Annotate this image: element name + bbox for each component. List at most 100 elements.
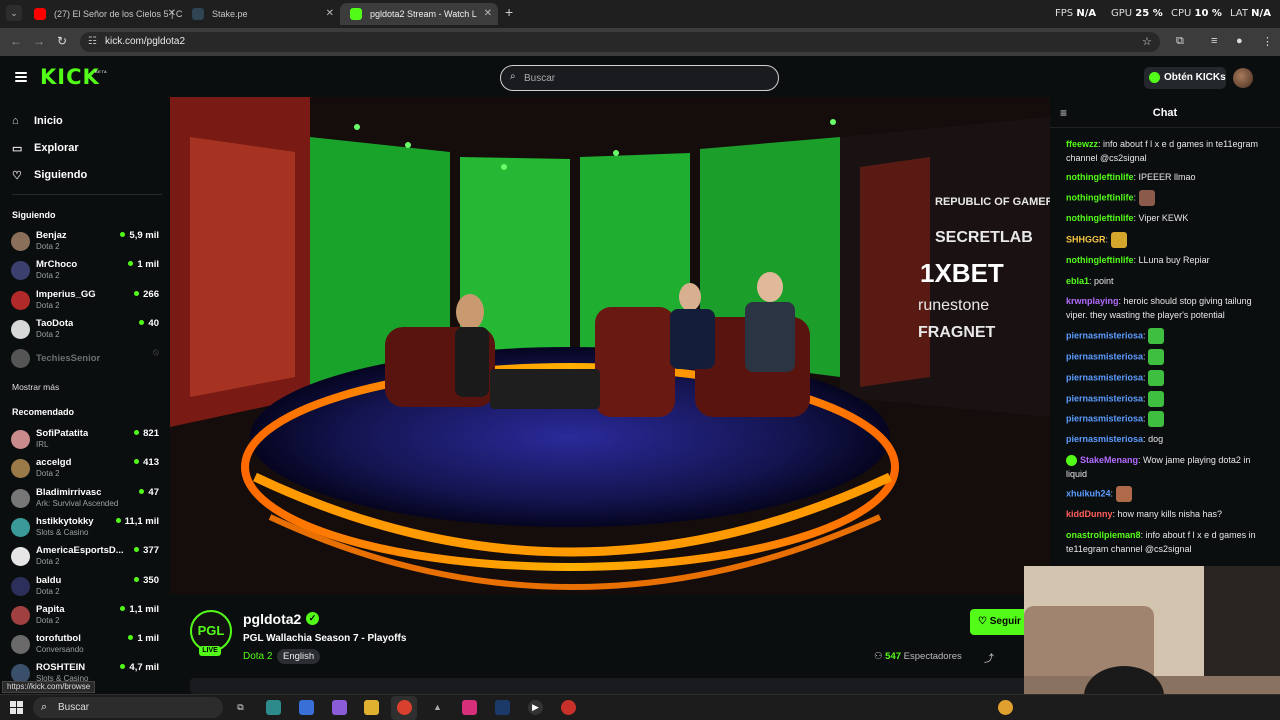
copilot-icon[interactable] xyxy=(332,700,347,715)
sidebar-channel[interactable]: MrChoco Dota 2 1 mil xyxy=(11,257,161,283)
sidebar-channel[interactable]: Papita Dota 2 1,1 mil xyxy=(11,602,161,628)
sidebar-channel[interactable]: hstikkytokky Slots & Casino 11,1 mil xyxy=(11,514,161,540)
browser-tab-active[interactable]: pgldota2 Stream - Watch L ✕ xyxy=(340,3,498,25)
search-placeholder: Buscar xyxy=(524,73,556,84)
chat-username[interactable]: krwnplaying xyxy=(1066,296,1119,306)
close-tab-icon[interactable]: ✕ xyxy=(168,3,176,25)
kicks-coin-icon xyxy=(1149,72,1160,83)
chat-username[interactable]: ffeewzz xyxy=(1066,139,1098,149)
sidebar-channel[interactable]: AmericaEsportsD... Dota 2 377 xyxy=(11,543,161,569)
chat-username[interactable]: piernasmisteriosa xyxy=(1066,434,1143,444)
tab-list-button[interactable]: ⌄ xyxy=(6,5,22,21)
app-icon[interactable] xyxy=(561,700,576,715)
menu-icon[interactable] xyxy=(15,72,27,82)
offline-icon: ⦸ xyxy=(152,347,159,358)
stream-category-link[interactable]: Dota 2 xyxy=(243,651,272,662)
reload-icon[interactable]: ↻ xyxy=(57,34,67,48)
sidebar-channel[interactable]: Bladimirrivasc Ark: Survival Ascended 47 xyxy=(11,485,161,511)
app-icon[interactable]: ▲ xyxy=(430,700,445,715)
store-icon[interactable] xyxy=(299,700,314,715)
avatar xyxy=(11,488,30,508)
chat-username[interactable]: piernasmisteriosa xyxy=(1066,330,1143,340)
avatar xyxy=(11,232,30,251)
sidebar-channel[interactable]: Imperius_GG Dota 2 266 xyxy=(11,287,161,313)
chat-message: piernasmisteriosa: xyxy=(1066,370,1271,386)
forward-icon[interactable]: → xyxy=(33,34,45,48)
chat-username[interactable]: nothingleftinlife xyxy=(1066,213,1134,223)
extensions-icon[interactable]: ⧉ xyxy=(1176,35,1184,48)
chat-text: how many kills nisha has? xyxy=(1117,509,1223,519)
live-dot-icon xyxy=(120,664,126,670)
browser-tab[interactable]: Stake.pe ✕ xyxy=(182,3,340,25)
chat-username[interactable]: nothingleftinlife xyxy=(1066,172,1134,182)
sidebar-channel[interactable]: accelgd Dota 2 413 xyxy=(11,455,161,481)
media-control-icon[interactable]: ≡ xyxy=(1211,35,1217,47)
channel-name: Bladimirrivasc xyxy=(36,486,102,498)
avatar xyxy=(11,349,30,368)
chat-username[interactable]: nothingleftinlife xyxy=(1066,255,1134,265)
viewer-count: 11,1 mil xyxy=(115,516,159,527)
user-avatar[interactable] xyxy=(1233,68,1253,88)
close-tab-icon[interactable]: ✕ xyxy=(326,3,334,25)
follow-button[interactable]: ♡ Seguir xyxy=(970,609,1030,635)
channel-name[interactable]: pgldota2 xyxy=(243,611,301,627)
chat-username[interactable]: nothingleftinlife xyxy=(1066,192,1134,202)
offline-channel[interactable]: TechiesSenior ⦸ xyxy=(11,345,161,371)
chrome-icon[interactable] xyxy=(397,700,412,715)
site-info-icon[interactable]: ☷ xyxy=(88,36,97,47)
browser-tab[interactable]: (27) El Señor de los Cielos 5 | C ✕ xyxy=(24,3,182,25)
taskbar-search[interactable]: ⌕ Buscar xyxy=(33,697,223,718)
bookmark-star-icon[interactable]: ☆ xyxy=(1142,35,1152,48)
steam-icon[interactable] xyxy=(495,700,510,715)
close-tab-icon[interactable]: ✕ xyxy=(484,3,492,25)
chat-username[interactable]: onastrollpieman8 xyxy=(1066,530,1141,540)
more-menu-icon[interactable]: ⋮ xyxy=(1262,35,1273,48)
avatar xyxy=(11,290,30,310)
chat-username[interactable]: xhuikuh24 xyxy=(1066,488,1111,498)
language-tag[interactable]: English xyxy=(277,649,321,664)
chat-username[interactable]: piernasmisteriosa xyxy=(1066,413,1143,423)
search-icon: ⌕ xyxy=(510,71,516,82)
sidebar-channel[interactable]: Benjaz Dota 2 5,9 mil xyxy=(11,228,161,254)
get-kicks-button[interactable]: Obtén KICKs xyxy=(1144,67,1226,89)
profile-icon[interactable]: ● xyxy=(1236,35,1243,47)
file-explorer-icon[interactable] xyxy=(364,700,379,715)
new-tab-button[interactable]: + xyxy=(505,4,513,20)
channel-category: IRL xyxy=(36,440,49,449)
media-player-icon[interactable]: ▶ xyxy=(528,700,543,715)
sidebar-channel[interactable]: baldu Dota 2 350 xyxy=(11,573,161,599)
sidebar-item-explorar[interactable]: ▭ Explorar xyxy=(12,139,162,159)
sidebar-channel[interactable]: torofutbol Conversando 1 mil xyxy=(11,631,161,657)
live-dot-icon xyxy=(134,459,140,465)
sidebar-channel[interactable]: SofiPatatita IRL 821 xyxy=(11,426,161,452)
chat-username[interactable]: kiddDunny xyxy=(1066,509,1113,519)
chat-username[interactable]: piernasmisteriosa xyxy=(1066,372,1143,382)
omnibox[interactable]: ☷ kick.com/pgldota2 xyxy=(80,32,1160,52)
live-dot-icon xyxy=(134,547,140,553)
share-icon[interactable]: ⤴ xyxy=(984,650,994,665)
chat-username[interactable]: SHHGGR xyxy=(1066,234,1106,244)
chat-username[interactable]: StakeMenang xyxy=(1080,455,1138,465)
chat-message: piernasmisteriosa: dog xyxy=(1066,434,1164,444)
chat-username[interactable]: piernasmisteriosa xyxy=(1066,393,1143,403)
search-input[interactable]: ⌕ Buscar xyxy=(500,65,779,91)
sidebar-item-inicio[interactable]: ⌂ Inicio xyxy=(12,112,162,132)
chat-username[interactable]: ebla1 xyxy=(1066,276,1089,286)
kick-logo[interactable]: KICK xyxy=(40,65,100,89)
url-text: kick.com/pgldota2 xyxy=(105,36,186,47)
weather-icon[interactable] xyxy=(998,700,1013,715)
chat-username[interactable]: piernasmisteriosa xyxy=(1066,351,1143,361)
instagram-icon[interactable] xyxy=(462,700,477,715)
chat-message: piernasmisteriosa: xyxy=(1066,328,1271,344)
home-icon: ⌂ xyxy=(12,115,19,127)
show-more-link[interactable]: Mostrar más xyxy=(12,382,59,392)
heart-icon: ♡ xyxy=(12,170,22,182)
sidebar-item-siguiendo[interactable]: ♡ Siguiendo xyxy=(12,166,162,186)
back-icon[interactable]: ← xyxy=(10,34,22,48)
windows-start-icon[interactable] xyxy=(10,701,23,714)
app-icon[interactable] xyxy=(266,700,281,715)
chat-text: Viper KEWK xyxy=(1138,213,1189,223)
task-view-icon[interactable]: ⧉ xyxy=(233,700,248,715)
sidebar-channel[interactable]: TaoDota Dota 2 40 xyxy=(11,316,161,342)
video-player[interactable]: REPUBLIC OF GAMERS SECRETLAB 1XBET runes… xyxy=(170,97,1050,594)
